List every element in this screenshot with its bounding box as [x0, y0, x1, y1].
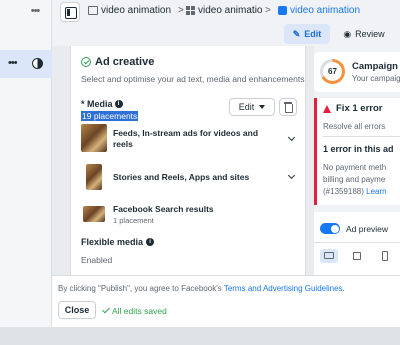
error-title-text: Fix 1 error [336, 103, 383, 114]
delete-media-button[interactable] [279, 98, 297, 116]
error-body: No payment meth billing and payme (#1359… [323, 162, 387, 198]
panel-toggle-button[interactable] [60, 2, 80, 22]
review-tab-label: Review [355, 29, 385, 39]
error-title: Fix 1 error [323, 103, 382, 114]
grid-icon [186, 6, 195, 15]
left-rail: ••• ••• [0, 0, 52, 330]
placement-subtitle: 1 placement [113, 216, 154, 225]
campaign-title: Campaign [352, 61, 398, 72]
square-preview-button[interactable] [348, 249, 366, 263]
check-circle-icon [81, 57, 91, 67]
placement-title[interactable]: Feeds, In-stream ads for videos and reel… [113, 128, 258, 150]
campaign-subtitle: Your campaign [352, 74, 400, 83]
breadcrumb-campaign[interactable]: video animation [88, 5, 171, 16]
desktop-preview-button[interactable] [320, 249, 338, 263]
ad-preview-card: Ad preview [314, 212, 400, 275]
breadcrumb-label: video animatio [198, 5, 263, 16]
caret-down-icon [259, 105, 266, 109]
learn-more-link[interactable]: Learn [366, 187, 386, 196]
edit-tab-label: Edit [304, 29, 322, 39]
error-card: Fix 1 error Resolve all errors 1 error i… [314, 98, 400, 205]
status-half-circle-icon [32, 58, 43, 69]
section-title: Ad creative [81, 56, 154, 68]
legal-prefix: By clicking "Publish", you agree to Face… [58, 284, 224, 293]
mobile-preview-button[interactable] [376, 249, 394, 263]
placement-title-line: Feeds, In-stream ads for videos and [113, 128, 259, 138]
more-options-icon[interactable]: ••• [28, 5, 42, 17]
review-tab-button[interactable]: ◉ Review [336, 24, 392, 44]
more-options-icon[interactable]: ••• [8, 57, 18, 69]
placement-title-line: Stories and Reels, Apps and sites [113, 172, 250, 182]
save-status: All edits saved [102, 305, 167, 316]
desktop-icon [324, 252, 334, 259]
breadcrumb-separator: > [178, 5, 184, 16]
score-value: 67 [328, 67, 337, 76]
campaign-score-card[interactable]: 67 Campaign Your campaign [314, 52, 400, 92]
section-subtitle: Select and optimise your ad text, media … [81, 74, 306, 84]
media-label: * Media i [81, 99, 123, 109]
chevron-down-icon[interactable] [287, 171, 296, 180]
close-button[interactable]: Close [58, 301, 96, 319]
warning-icon [323, 104, 331, 113]
resolve-all-link[interactable]: Resolve all errors [323, 122, 385, 131]
media-edit-dropdown[interactable]: Edit [229, 98, 275, 116]
breadcrumb-adset[interactable]: video animatio [186, 5, 262, 16]
breadcrumb-separator: > [265, 5, 271, 16]
placement-title-line: reels [113, 139, 133, 149]
eye-icon: ◉ [343, 28, 352, 39]
placements-count: 19 placements [81, 111, 139, 121]
error-body-line: billing and payme [323, 175, 386, 184]
flexible-media-value: Enabled [81, 255, 113, 265]
legal-suffix: . [342, 284, 345, 293]
chevron-down-icon[interactable] [287, 133, 296, 142]
check-icon [102, 305, 110, 314]
flexible-media-label: Flexible media i [81, 237, 155, 247]
edit-tab-button[interactable]: ✎ Edit [284, 24, 330, 44]
dropdown-label: Edit [238, 102, 255, 112]
rail-selected-row[interactable]: ••• [0, 50, 52, 78]
save-status-text: All edits saved [112, 306, 167, 316]
mobile-icon [382, 251, 388, 261]
breadcrumb-ad[interactable]: video animation [278, 5, 360, 16]
ad-preview-label: Ad preview [346, 224, 389, 234]
ad-icon [278, 6, 287, 15]
flexible-media-text: Flexible media [81, 237, 144, 247]
placement-thumbnail [86, 164, 102, 190]
placement-title[interactable]: Facebook Search results [113, 204, 214, 215]
folder-icon [88, 6, 98, 15]
breadcrumb-label: video animation [290, 5, 361, 16]
divider [314, 242, 400, 243]
placement-thumbnail [81, 124, 107, 152]
legal-text: By clicking "Publish", you agree to Face… [58, 284, 345, 293]
top-bar: video animation > video animatio > video… [52, 0, 400, 46]
terms-link[interactable]: Terms and Advertising Guidelines [224, 284, 343, 293]
error-body-line: No payment meth [323, 163, 387, 172]
breadcrumb-label: video animation [101, 5, 172, 16]
placement-thumbnail [83, 206, 105, 222]
right-column: 67 Campaign Your campaign Fix 1 error Re… [314, 46, 400, 275]
bottom-strip [0, 327, 400, 345]
error-section-title: 1 error in this ad [323, 144, 394, 154]
footer-bar: By clicking "Publish", you agree to Face… [52, 275, 400, 327]
info-icon[interactable]: i [146, 238, 155, 246]
info-icon[interactable]: i [114, 100, 123, 108]
ad-preview-toggle[interactable] [320, 223, 340, 234]
ad-creative-section: Ad creative Select and optimise your ad … [70, 46, 306, 275]
divider [323, 136, 400, 137]
error-body-line: (#1359188) Learn [323, 186, 387, 198]
square-icon [353, 252, 361, 260]
media-label-text: * Media [81, 99, 113, 109]
placement-title[interactable]: Stories and Reels, Apps and sites [113, 172, 249, 183]
error-code: (#1359188) [323, 187, 364, 196]
section-title-text: Ad creative [95, 56, 155, 68]
pencil-icon: ✎ [292, 28, 301, 39]
